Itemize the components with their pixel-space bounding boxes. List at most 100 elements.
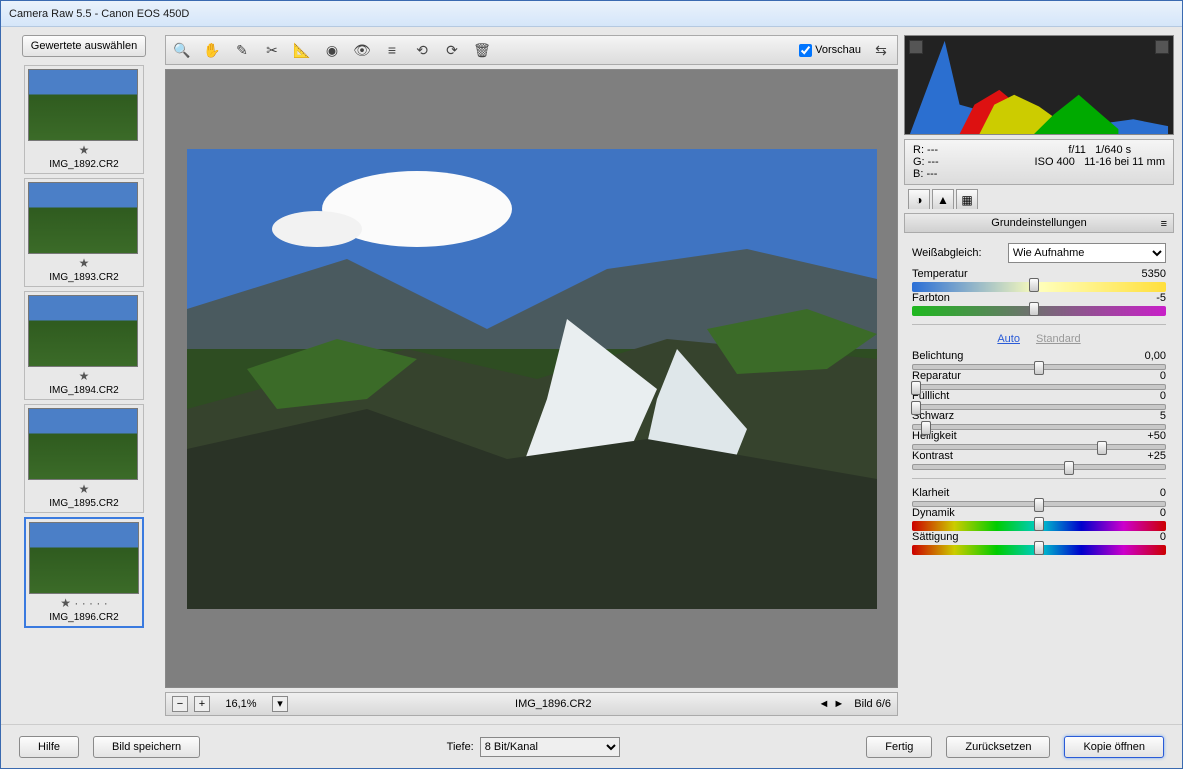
tint-knob[interactable] bbox=[1029, 302, 1039, 316]
star-rating-icon[interactable]: ★ bbox=[28, 143, 140, 157]
fill-knob[interactable] bbox=[911, 401, 921, 415]
vibrance-knob[interactable] bbox=[1034, 517, 1044, 531]
exif-shutter: 1/640 s bbox=[1095, 144, 1131, 156]
depth-label: Tiefe: bbox=[447, 741, 474, 753]
titlebar[interactable]: Camera Raw 5.5 - Canon EOS 450D bbox=[1, 1, 1182, 27]
black-slider[interactable] bbox=[912, 424, 1166, 430]
window-title: Camera Raw 5.5 - Canon EOS 450D bbox=[9, 8, 189, 20]
sat-slider[interactable] bbox=[912, 545, 1166, 555]
vibrance-slider[interactable] bbox=[912, 521, 1166, 531]
tab-curve-icon[interactable]: ▲ bbox=[932, 189, 954, 209]
zoom-out-button[interactable]: − bbox=[172, 696, 188, 712]
black-value[interactable]: 5 bbox=[1160, 410, 1166, 422]
temp-slider[interactable] bbox=[912, 282, 1166, 292]
black-knob[interactable] bbox=[921, 421, 931, 435]
shadow-clip-toggle-icon[interactable] bbox=[909, 40, 923, 54]
reset-button[interactable]: Zurücksetzen bbox=[946, 736, 1050, 758]
star-rating-icon[interactable]: ★ bbox=[28, 482, 140, 496]
thumbnail[interactable]: ★ · · · · · IMG_1896.CR2 bbox=[24, 517, 144, 628]
zoom-dropdown-icon[interactable]: ▾ bbox=[272, 696, 288, 712]
thumb-filename: IMG_1893.CR2 bbox=[28, 272, 140, 283]
clarity-knob[interactable] bbox=[1034, 498, 1044, 512]
thumbnail[interactable]: ★ IMG_1895.CR2 bbox=[24, 404, 144, 513]
zoom-in-button[interactable]: + bbox=[194, 696, 210, 712]
exposure-slider[interactable] bbox=[912, 364, 1166, 370]
tint-value[interactable]: -5 bbox=[1156, 292, 1166, 304]
trash-icon[interactable]: 🗑 bbox=[472, 40, 492, 60]
star-rating-icon[interactable]: ★ bbox=[28, 369, 140, 383]
bright-value[interactable]: +50 bbox=[1147, 430, 1166, 442]
exif-aperture: f/11 bbox=[1068, 144, 1086, 156]
thumbnail[interactable]: ★ IMG_1892.CR2 bbox=[24, 65, 144, 174]
settings-panel: R: --- G: --- B: --- f/11 1/640 s ISO 40… bbox=[904, 35, 1174, 716]
standard-link[interactable]: Standard bbox=[1036, 333, 1081, 345]
zoom-level[interactable]: 16,1% bbox=[216, 698, 266, 710]
vibrance-label: Dynamik bbox=[912, 507, 955, 519]
exposure-value[interactable]: 0,00 bbox=[1145, 350, 1166, 362]
app-window: Camera Raw 5.5 - Canon EOS 450D Gewertet… bbox=[0, 0, 1183, 769]
sat-value[interactable]: 0 bbox=[1160, 531, 1166, 543]
star-rating-icon[interactable]: ★ · · · · · bbox=[29, 596, 139, 610]
recovery-slider[interactable] bbox=[912, 384, 1166, 390]
zoom-tool-icon[interactable]: 🔍 bbox=[172, 40, 192, 60]
panel-menu-icon[interactable]: ≡ bbox=[1161, 218, 1167, 230]
sat-knob[interactable] bbox=[1034, 541, 1044, 555]
fullscreen-icon[interactable]: ⇆ bbox=[871, 40, 891, 60]
histogram[interactable] bbox=[904, 35, 1174, 135]
tab-basic-icon[interactable]: ◑ bbox=[908, 189, 930, 209]
fill-slider[interactable] bbox=[912, 404, 1166, 410]
clarity-value[interactable]: 0 bbox=[1160, 487, 1166, 499]
wb-picker-icon[interactable]: ✎ bbox=[232, 40, 252, 60]
auto-link[interactable]: Auto bbox=[997, 333, 1020, 345]
sat-label: Sättigung bbox=[912, 531, 958, 543]
next-image-button[interactable]: ► bbox=[833, 698, 844, 710]
exif-iso: ISO 400 bbox=[1035, 156, 1075, 168]
thumbnail-list[interactable]: ★ IMG_1892.CR2 ★ IMG_1893.CR2 ★ IMG_1894… bbox=[9, 63, 159, 716]
thumbnail[interactable]: ★ IMG_1894.CR2 bbox=[24, 291, 144, 400]
star-rating-icon[interactable]: ★ bbox=[28, 256, 140, 270]
contrast-knob[interactable] bbox=[1064, 461, 1074, 475]
thumbnail[interactable]: ★ IMG_1893.CR2 bbox=[24, 178, 144, 287]
wb-select[interactable]: Wie Aufnahme bbox=[1008, 243, 1166, 263]
prev-image-button[interactable]: ◄ bbox=[819, 698, 830, 710]
depth-select[interactable]: 8 Bit/Kanal bbox=[480, 737, 620, 757]
preview-checkbox[interactable] bbox=[799, 44, 812, 57]
open-copy-button[interactable]: Kopie öffnen bbox=[1064, 736, 1164, 758]
hand-tool-icon[interactable]: ✋ bbox=[202, 40, 222, 60]
contrast-value[interactable]: +25 bbox=[1147, 450, 1166, 462]
exposure-label: Belichtung bbox=[912, 350, 963, 362]
straighten-tool-icon[interactable]: 📐 bbox=[292, 40, 312, 60]
help-button[interactable]: Hilfe bbox=[19, 736, 79, 758]
spot-tool-icon[interactable]: ◉ bbox=[322, 40, 342, 60]
rotate-ccw-icon[interactable]: ⟲ bbox=[412, 40, 432, 60]
vibrance-value[interactable]: 0 bbox=[1160, 507, 1166, 519]
save-image-button[interactable]: Bild speichern bbox=[93, 736, 200, 758]
prefs-icon[interactable]: ≡ bbox=[382, 40, 402, 60]
image-counter: Bild 6/6 bbox=[854, 698, 891, 710]
tint-label: Farbton bbox=[912, 292, 950, 304]
thumb-image bbox=[29, 522, 139, 594]
select-rated-button[interactable]: Gewertete auswählen bbox=[22, 35, 146, 57]
fill-value[interactable]: 0 bbox=[1160, 390, 1166, 402]
done-button[interactable]: Fertig bbox=[866, 736, 932, 758]
highlight-clip-toggle-icon[interactable] bbox=[1155, 40, 1169, 54]
bright-slider[interactable] bbox=[912, 444, 1166, 450]
recovery-value[interactable]: 0 bbox=[1160, 370, 1166, 382]
redeye-tool-icon[interactable]: 👁 bbox=[352, 40, 372, 60]
crop-tool-icon[interactable]: ✂ bbox=[262, 40, 282, 60]
contrast-slider[interactable] bbox=[912, 464, 1166, 470]
tint-slider[interactable] bbox=[912, 306, 1166, 316]
clarity-slider[interactable] bbox=[912, 501, 1166, 507]
recovery-knob[interactable] bbox=[911, 381, 921, 395]
exposure-knob[interactable] bbox=[1034, 361, 1044, 375]
preview-toggle[interactable]: Vorschau bbox=[799, 44, 861, 57]
bright-label: Helligkeit bbox=[912, 430, 957, 442]
toolbar: 🔍 ✋ ✎ ✂ 📐 ◉ 👁 ≡ ⟲ ⟳ 🗑 Vorschau ⇆ bbox=[165, 35, 898, 65]
preview-area[interactable] bbox=[165, 69, 898, 688]
temp-value[interactable]: 5350 bbox=[1142, 268, 1166, 280]
rotate-cw-icon[interactable]: ⟳ bbox=[442, 40, 462, 60]
thumb-filename: IMG_1896.CR2 bbox=[29, 612, 139, 623]
temp-knob[interactable] bbox=[1029, 278, 1039, 292]
tab-detail-icon[interactable]: ▦ bbox=[956, 189, 978, 209]
bright-knob[interactable] bbox=[1097, 441, 1107, 455]
